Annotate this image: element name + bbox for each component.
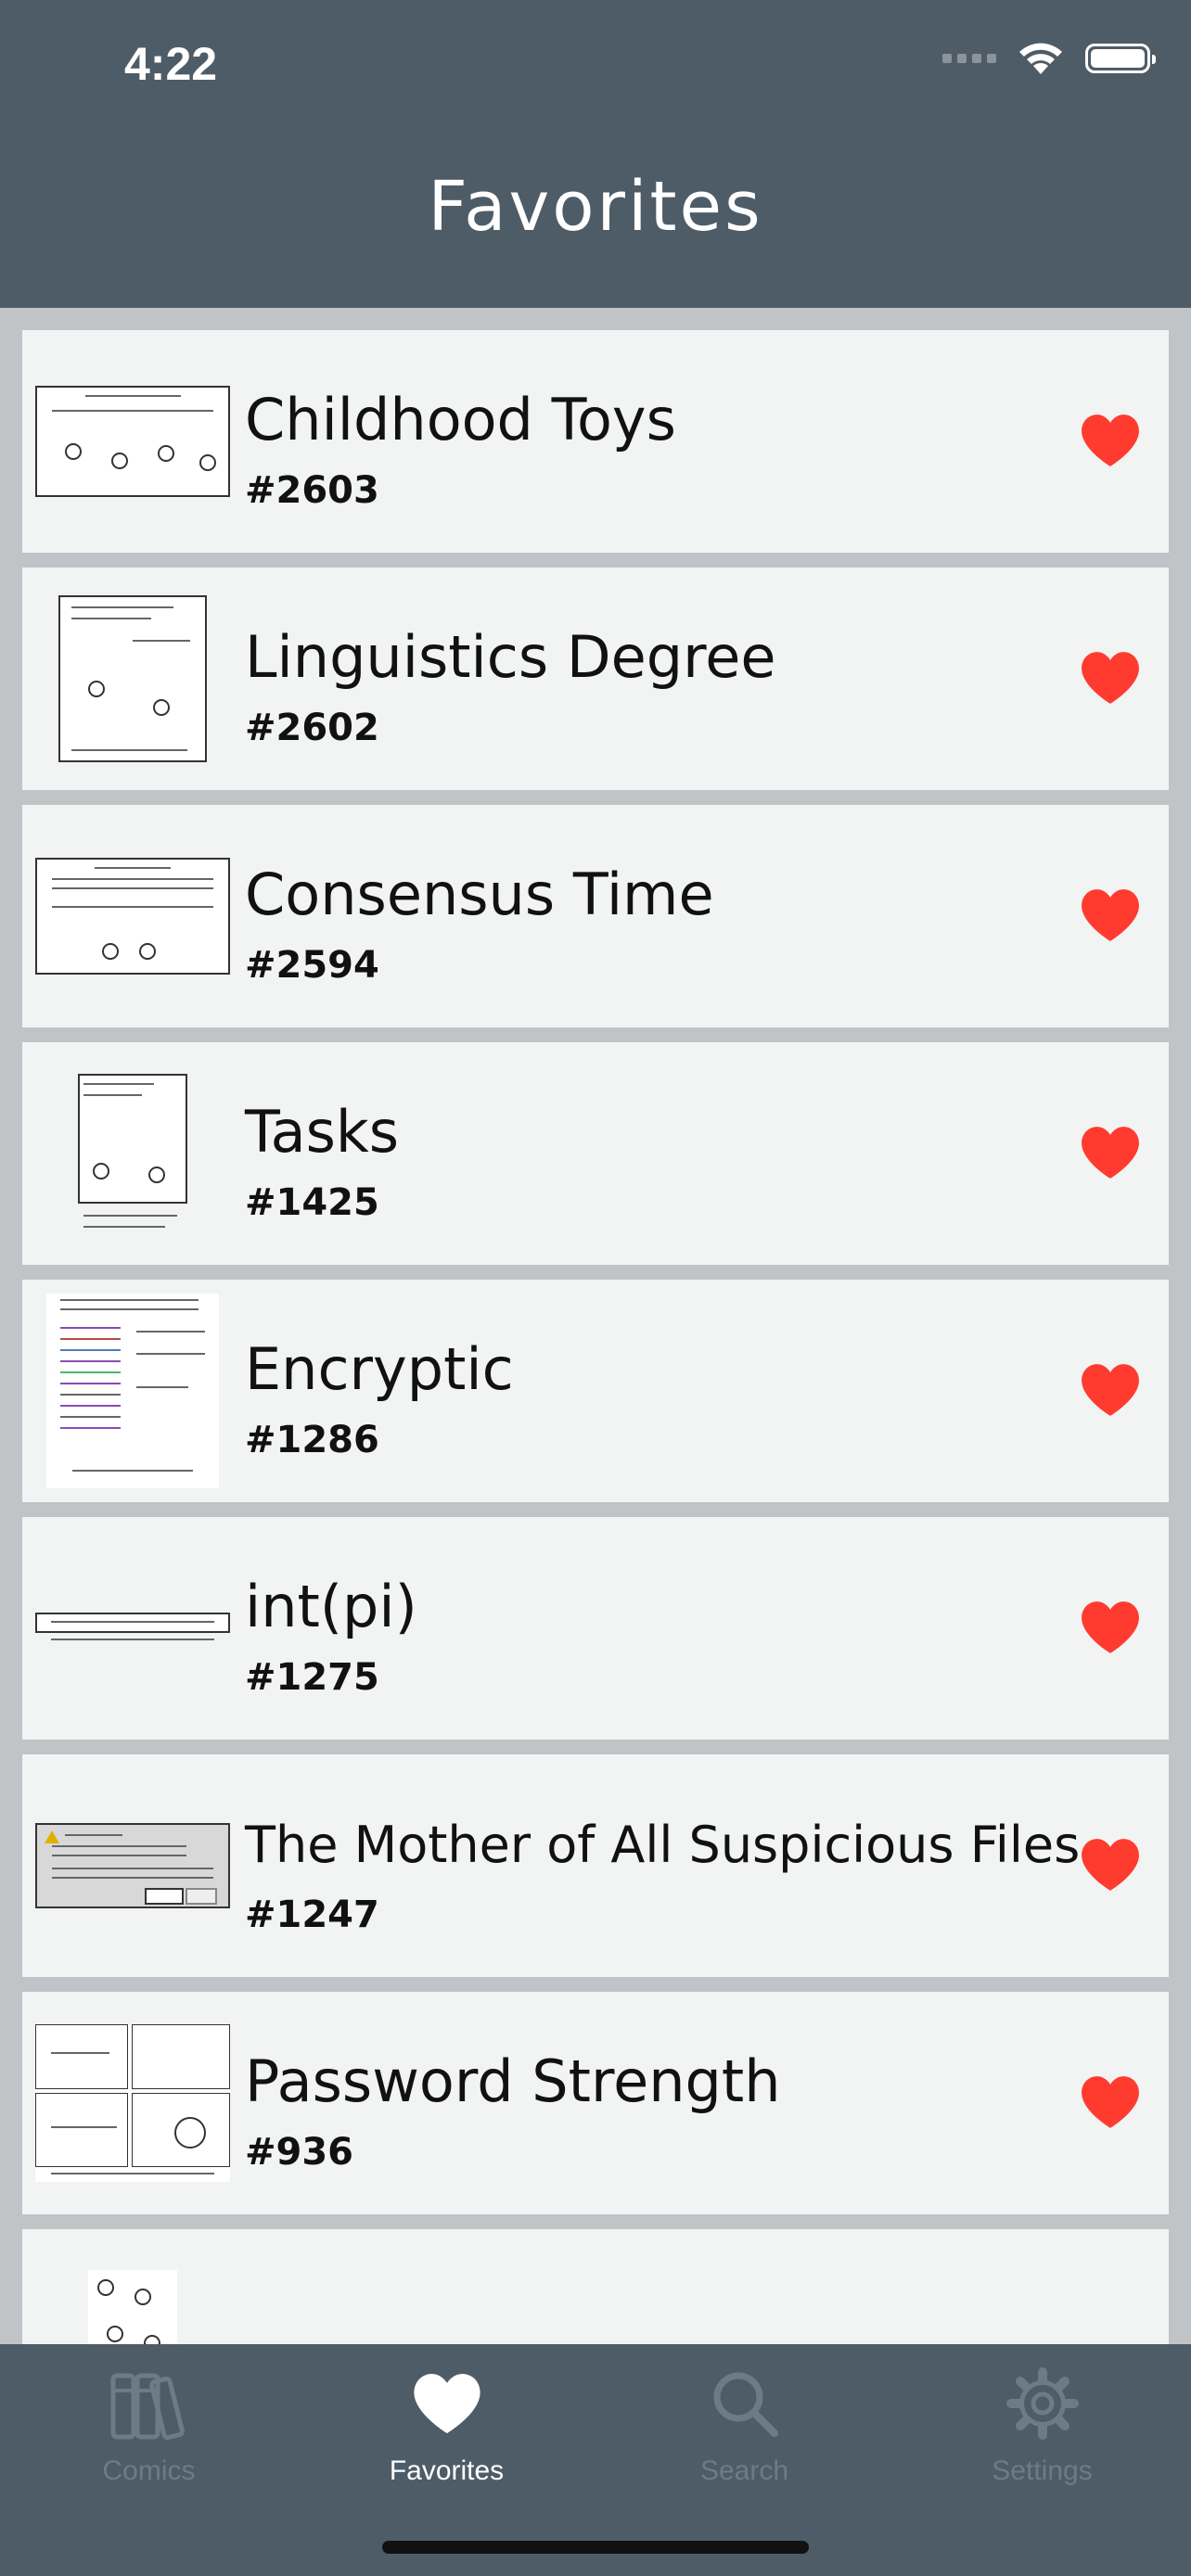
comic-title: Tasks xyxy=(245,1098,400,1166)
heart-icon[interactable] xyxy=(1080,1836,1141,1894)
comic-number: #2603 xyxy=(245,469,379,512)
gear-icon xyxy=(893,2359,1191,2448)
comic-thumbnail xyxy=(35,1294,230,1488)
page-title: Favorites xyxy=(428,167,763,247)
comic-thumbnail xyxy=(35,2242,230,2344)
navigation-header: 4:22 Favorites xyxy=(0,0,1191,308)
comic-number: #936 xyxy=(245,2131,354,2174)
tab-search[interactable]: Search xyxy=(596,2359,893,2517)
comic-thumbnail xyxy=(35,2020,230,2187)
status-time: 4:22 xyxy=(124,38,218,90)
heart-icon[interactable] xyxy=(1080,649,1141,707)
favorite-row[interactable]: Tasks #1425 xyxy=(22,1042,1169,1265)
comic-title: Childhood Toys xyxy=(245,386,676,453)
comic-title: The Mother of All Suspicious Files xyxy=(245,1816,1081,1874)
heart-icon[interactable] xyxy=(1080,1361,1141,1419)
magnifier-icon xyxy=(596,2359,893,2448)
heart-icon[interactable] xyxy=(1080,2073,1141,2131)
comic-thumbnail xyxy=(35,358,230,525)
cellular-icon xyxy=(942,54,996,63)
comic-thumbnail xyxy=(35,1070,230,1237)
favorite-row[interactable] xyxy=(22,2229,1169,2344)
comic-title: Encryptic xyxy=(245,1335,514,1403)
comic-number: #1425 xyxy=(245,1181,379,1224)
comic-thumbnail xyxy=(35,833,230,1000)
tab-label: Comics xyxy=(102,2455,196,2486)
tab-favorites[interactable]: Favorites xyxy=(298,2359,596,2517)
heart-icon[interactable] xyxy=(1080,412,1141,469)
battery-icon xyxy=(1085,44,1156,73)
comic-number: #1275 xyxy=(245,1656,379,1699)
status-icons xyxy=(942,41,1156,76)
heart-icon[interactable] xyxy=(1080,886,1141,944)
favorite-row[interactable]: Encryptic #1286 xyxy=(22,1280,1169,1502)
wifi-icon xyxy=(1019,43,1062,74)
comic-number: #1286 xyxy=(245,1419,379,1461)
tab-label: Settings xyxy=(992,2455,1093,2486)
comic-thumbnail xyxy=(35,595,230,762)
comic-title: int(pi) xyxy=(245,1573,417,1640)
heart-icon xyxy=(298,2359,596,2448)
comic-number: #2602 xyxy=(245,707,379,749)
comic-number: #1247 xyxy=(245,1894,379,1936)
heart-icon[interactable] xyxy=(1080,1124,1141,1181)
heart-icon[interactable] xyxy=(1080,1599,1141,1656)
favorite-row[interactable]: Consensus Time #2594 xyxy=(22,805,1169,1027)
favorite-row[interactable]: Linguistics Degree #2602 xyxy=(22,567,1169,790)
comic-number: #2594 xyxy=(245,944,379,987)
favorite-row[interactable]: The Mother of All Suspicious Files #1247 xyxy=(22,1754,1169,1977)
home-indicator[interactable] xyxy=(382,2541,809,2554)
tab-comics[interactable]: Comics xyxy=(0,2359,298,2517)
comic-title: Linguistics Degree xyxy=(245,623,776,691)
tab-label: Search xyxy=(699,2455,789,2486)
favorite-row[interactable]: Password Strength #936 xyxy=(22,1992,1169,2214)
books-icon xyxy=(0,2359,298,2448)
tab-settings[interactable]: Settings xyxy=(893,2359,1191,2517)
favorite-row[interactable]: Childhood Toys #2603 xyxy=(22,330,1169,553)
comic-thumbnail xyxy=(35,1545,230,1712)
tab-label: Favorites xyxy=(389,2455,505,2486)
comic-title: Password Strength xyxy=(245,2047,781,2115)
comic-title: Consensus Time xyxy=(245,861,714,928)
comic-thumbnail xyxy=(35,1782,230,1949)
favorite-row[interactable]: int(pi) #1275 xyxy=(22,1517,1169,1740)
